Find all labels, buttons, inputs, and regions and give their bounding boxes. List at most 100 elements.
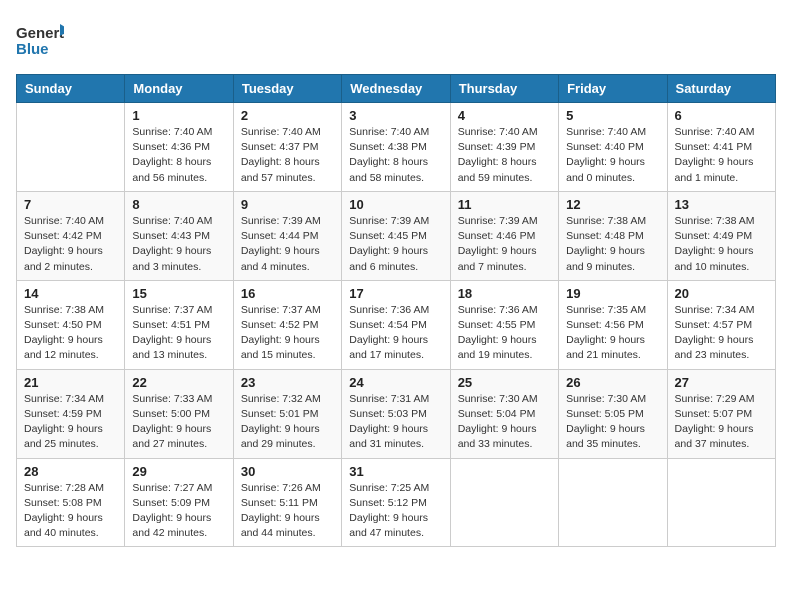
calendar-cell: 24 Sunrise: 7:31 AMSunset: 5:03 PMDayligh… bbox=[342, 369, 450, 458]
day-number: 21 bbox=[24, 375, 117, 390]
day-number: 12 bbox=[566, 197, 659, 212]
calendar-cell: 26 Sunrise: 7:30 AMSunset: 5:05 PMDayligh… bbox=[559, 369, 667, 458]
calendar-cell bbox=[17, 103, 125, 192]
day-number: 18 bbox=[458, 286, 551, 301]
day-number: 30 bbox=[241, 464, 334, 479]
calendar-cell: 15 Sunrise: 7:37 AMSunset: 4:51 PMDayligh… bbox=[125, 280, 233, 369]
day-number: 14 bbox=[24, 286, 117, 301]
day-info: Sunrise: 7:40 AMSunset: 4:36 PMDaylight:… bbox=[132, 125, 225, 186]
calendar-week-row: 1 Sunrise: 7:40 AMSunset: 4:36 PMDaylight… bbox=[17, 103, 776, 192]
day-info: Sunrise: 7:32 AMSunset: 5:01 PMDaylight:… bbox=[241, 392, 334, 453]
day-number: 22 bbox=[132, 375, 225, 390]
day-number: 15 bbox=[132, 286, 225, 301]
calendar-cell: 23 Sunrise: 7:32 AMSunset: 5:01 PMDayligh… bbox=[233, 369, 341, 458]
day-info: Sunrise: 7:39 AMSunset: 4:46 PMDaylight:… bbox=[458, 214, 551, 275]
calendar-cell: 20Sunrise: 7:34 AMSunset: 4:57 PMDayligh… bbox=[667, 280, 775, 369]
day-info: Sunrise: 7:40 AMSunset: 4:38 PMDaylight:… bbox=[349, 125, 442, 186]
calendar-body: 1 Sunrise: 7:40 AMSunset: 4:36 PMDaylight… bbox=[17, 103, 776, 547]
logo: General Blue bbox=[16, 16, 64, 64]
day-number: 10 bbox=[349, 197, 442, 212]
day-number: 13 bbox=[675, 197, 768, 212]
calendar-cell bbox=[559, 458, 667, 547]
calendar-cell bbox=[450, 458, 558, 547]
day-info: Sunrise: 7:39 AMSunset: 4:44 PMDaylight:… bbox=[241, 214, 334, 275]
calendar-week-row: 28Sunrise: 7:28 AMSunset: 5:08 PMDayligh… bbox=[17, 458, 776, 547]
calendar-week-row: 21 Sunrise: 7:34 AMSunset: 4:59 PMDayligh… bbox=[17, 369, 776, 458]
day-number: 28 bbox=[24, 464, 117, 479]
calendar-cell: 25 Sunrise: 7:30 AMSunset: 5:04 PMDayligh… bbox=[450, 369, 558, 458]
calendar-week-row: 7Sunrise: 7:40 AMSunset: 4:42 PMDaylight… bbox=[17, 191, 776, 280]
header: General Blue bbox=[16, 16, 776, 64]
day-number: 25 bbox=[458, 375, 551, 390]
calendar-cell: 1 Sunrise: 7:40 AMSunset: 4:36 PMDaylight… bbox=[125, 103, 233, 192]
day-info: Sunrise: 7:40 AMSunset: 4:41 PMDaylight:… bbox=[675, 125, 768, 186]
day-number: 17 bbox=[349, 286, 442, 301]
weekday-header-monday: Monday bbox=[125, 75, 233, 103]
day-number: 5 bbox=[566, 108, 659, 123]
calendar-cell: 3 Sunrise: 7:40 AMSunset: 4:38 PMDaylight… bbox=[342, 103, 450, 192]
calendar-header-row: SundayMondayTuesdayWednesdayThursdayFrid… bbox=[17, 75, 776, 103]
calendar-cell: 19 Sunrise: 7:35 AMSunset: 4:56 PMDayligh… bbox=[559, 280, 667, 369]
svg-text:Blue: Blue bbox=[16, 41, 49, 58]
day-info: Sunrise: 7:38 AMSunset: 4:49 PMDaylight:… bbox=[675, 214, 768, 275]
weekday-header-saturday: Saturday bbox=[667, 75, 775, 103]
calendar-cell: 18 Sunrise: 7:36 AMSunset: 4:55 PMDayligh… bbox=[450, 280, 558, 369]
day-info: Sunrise: 7:40 AMSunset: 4:42 PMDaylight:… bbox=[24, 214, 117, 275]
day-info: Sunrise: 7:31 AMSunset: 5:03 PMDaylight:… bbox=[349, 392, 442, 453]
day-info: Sunrise: 7:36 AMSunset: 4:55 PMDaylight:… bbox=[458, 303, 551, 364]
calendar-cell bbox=[667, 458, 775, 547]
calendar-cell: 28Sunrise: 7:28 AMSunset: 5:08 PMDayligh… bbox=[17, 458, 125, 547]
day-number: 6 bbox=[675, 108, 768, 123]
day-number: 16 bbox=[241, 286, 334, 301]
day-number: 24 bbox=[349, 375, 442, 390]
day-number: 3 bbox=[349, 108, 442, 123]
day-number: 8 bbox=[132, 197, 225, 212]
day-info: Sunrise: 7:37 AMSunset: 4:51 PMDaylight:… bbox=[132, 303, 225, 364]
calendar-cell: 31 Sunrise: 7:25 AMSunset: 5:12 PMDayligh… bbox=[342, 458, 450, 547]
weekday-header-friday: Friday bbox=[559, 75, 667, 103]
calendar-cell: 22Sunrise: 7:33 AMSunset: 5:00 PMDayligh… bbox=[125, 369, 233, 458]
day-info: Sunrise: 7:30 AMSunset: 5:04 PMDaylight:… bbox=[458, 392, 551, 453]
day-number: 29 bbox=[132, 464, 225, 479]
weekday-header-sunday: Sunday bbox=[17, 75, 125, 103]
calendar-cell: 16 Sunrise: 7:37 AMSunset: 4:52 PMDayligh… bbox=[233, 280, 341, 369]
calendar-week-row: 14Sunrise: 7:38 AMSunset: 4:50 PMDayligh… bbox=[17, 280, 776, 369]
calendar-cell: 29 Sunrise: 7:27 AMSunset: 5:09 PMDayligh… bbox=[125, 458, 233, 547]
day-info: Sunrise: 7:40 AMSunset: 4:40 PMDaylight:… bbox=[566, 125, 659, 186]
day-number: 27 bbox=[675, 375, 768, 390]
day-info: Sunrise: 7:39 AMSunset: 4:45 PMDaylight:… bbox=[349, 214, 442, 275]
day-number: 26 bbox=[566, 375, 659, 390]
day-info: Sunrise: 7:37 AMSunset: 4:52 PMDaylight:… bbox=[241, 303, 334, 364]
day-number: 11 bbox=[458, 197, 551, 212]
weekday-header-tuesday: Tuesday bbox=[233, 75, 341, 103]
calendar-cell: 4 Sunrise: 7:40 AMSunset: 4:39 PMDaylight… bbox=[450, 103, 558, 192]
logo-icon: General Blue bbox=[16, 16, 64, 64]
day-number: 23 bbox=[241, 375, 334, 390]
calendar-cell: 9 Sunrise: 7:39 AMSunset: 4:44 PMDaylight… bbox=[233, 191, 341, 280]
day-number: 1 bbox=[132, 108, 225, 123]
calendar-cell: 13 Sunrise: 7:38 AMSunset: 4:49 PMDayligh… bbox=[667, 191, 775, 280]
calendar-cell: 8Sunrise: 7:40 AMSunset: 4:43 PMDaylight… bbox=[125, 191, 233, 280]
day-number: 31 bbox=[349, 464, 442, 479]
calendar-cell: 2Sunrise: 7:40 AMSunset: 4:37 PMDaylight… bbox=[233, 103, 341, 192]
calendar-table: SundayMondayTuesdayWednesdayThursdayFrid… bbox=[16, 74, 776, 547]
day-info: Sunrise: 7:30 AMSunset: 5:05 PMDaylight:… bbox=[566, 392, 659, 453]
calendar-cell: 7Sunrise: 7:40 AMSunset: 4:42 PMDaylight… bbox=[17, 191, 125, 280]
calendar-cell: 10 Sunrise: 7:39 AMSunset: 4:45 PMDayligh… bbox=[342, 191, 450, 280]
day-number: 2 bbox=[241, 108, 334, 123]
day-number: 9 bbox=[241, 197, 334, 212]
calendar-cell: 27Sunrise: 7:29 AMSunset: 5:07 PMDayligh… bbox=[667, 369, 775, 458]
day-number: 4 bbox=[458, 108, 551, 123]
calendar-cell: 6 Sunrise: 7:40 AMSunset: 4:41 PMDaylight… bbox=[667, 103, 775, 192]
day-info: Sunrise: 7:38 AMSunset: 4:48 PMDaylight:… bbox=[566, 214, 659, 275]
day-number: 19 bbox=[566, 286, 659, 301]
day-info: Sunrise: 7:36 AMSunset: 4:54 PMDaylight:… bbox=[349, 303, 442, 364]
calendar-cell: 11 Sunrise: 7:39 AMSunset: 4:46 PMDayligh… bbox=[450, 191, 558, 280]
day-info: Sunrise: 7:25 AMSunset: 5:12 PMDaylight:… bbox=[349, 481, 442, 542]
calendar-cell: 21 Sunrise: 7:34 AMSunset: 4:59 PMDayligh… bbox=[17, 369, 125, 458]
day-info: Sunrise: 7:27 AMSunset: 5:09 PMDaylight:… bbox=[132, 481, 225, 542]
day-info: Sunrise: 7:34 AMSunset: 4:59 PMDaylight:… bbox=[24, 392, 117, 453]
day-info: Sunrise: 7:40 AMSunset: 4:39 PMDaylight:… bbox=[458, 125, 551, 186]
weekday-header-thursday: Thursday bbox=[450, 75, 558, 103]
day-info: Sunrise: 7:35 AMSunset: 4:56 PMDaylight:… bbox=[566, 303, 659, 364]
